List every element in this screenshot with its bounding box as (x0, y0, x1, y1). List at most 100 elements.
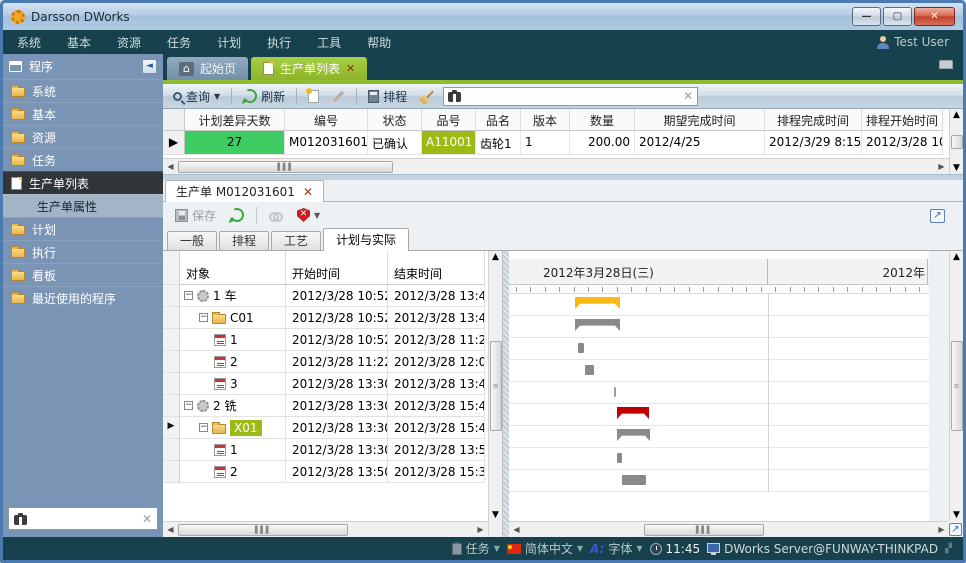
tab-0[interactable]: ⌂起始页 (167, 57, 248, 80)
scroll-right-icon[interactable]: ▶ (934, 525, 949, 534)
tree-column-header-2[interactable]: 结束时间 (388, 251, 485, 285)
grid-column-header-4[interactable]: 品名 (476, 109, 521, 131)
grid-cell-9[interactable]: 2012/3/28 10:52 (862, 131, 943, 155)
tree-column-header-0[interactable]: 对象 (180, 251, 286, 285)
tree-start-cell[interactable]: 2012/3/28 13:30 (286, 439, 388, 461)
sidebar-item-5[interactable]: 生产单属性 (3, 194, 163, 217)
tree-row-7[interactable]: 12012/3/28 13:302012/3/28 13:50 (163, 439, 488, 461)
row-selector-cell[interactable]: ▶ (163, 131, 185, 155)
tree-end-cell[interactable]: 2012/3/28 15:40 (388, 417, 485, 439)
tree-row-selector[interactable] (163, 395, 180, 417)
tree-start-cell[interactable]: 2012/3/28 10:52 (286, 307, 388, 329)
tree-end-cell[interactable]: 2012/3/28 13:40 (388, 307, 485, 329)
tree-row-6[interactable]: ▶−X012012/3/28 13:302012/3/28 15:40 (163, 417, 488, 439)
vscroll-thumb[interactable]: ≡ (490, 341, 502, 431)
grid-cell-5[interactable]: 1 (521, 131, 570, 155)
tree-end-cell[interactable]: 2012/3/28 15:30 (388, 461, 485, 483)
orders-grid-row[interactable]: ▶ 27M012031601已确认A11001齿轮11200.002012/4/… (163, 131, 949, 155)
sidebar-item-9[interactable]: 最近使用的程序 (3, 286, 163, 309)
expand-icon[interactable]: ↗ (949, 523, 962, 536)
sidebar-collapse-button[interactable]: ◄ (142, 59, 157, 74)
scroll-up-icon[interactable]: ▲ (492, 252, 499, 262)
grid-column-header-0[interactable]: 计划差异天数 (185, 109, 285, 131)
grid-cell-4[interactable]: 齿轮1 (476, 131, 521, 155)
flow-button[interactable] (265, 208, 287, 222)
grid-cell-6[interactable]: 200.00 (570, 131, 635, 155)
toolbar-search-clear-icon[interactable]: ✕ (683, 90, 693, 102)
tree-row-selector[interactable]: ▶ (163, 417, 180, 439)
tree-column-header-1[interactable]: 开始时间 (286, 251, 388, 285)
tree-end-cell[interactable]: 2012/3/28 11:22 (388, 329, 485, 351)
tree-end-cell[interactable]: 2012/3/28 15:40 (388, 395, 485, 417)
menu-item-4[interactable]: 计划 (217, 34, 241, 51)
tree-start-cell[interactable]: 2012/3/28 13:50 (286, 461, 388, 483)
menu-item-2[interactable]: 资源 (117, 34, 141, 51)
grid-cell-0[interactable]: 27 (185, 131, 285, 155)
sidebar-item-8[interactable]: 看板 (3, 263, 163, 286)
hscroll-thumb[interactable]: ▌▌▌ (178, 161, 393, 173)
font-dropdown[interactable]: A: 字体 ▼ (590, 540, 642, 557)
scroll-down-icon[interactable]: ▼ (953, 163, 960, 173)
tree-object-cell[interactable]: 3 (180, 373, 286, 395)
tree-object-cell[interactable]: −2 铣 (180, 395, 286, 417)
gantt-bar-2[interactable] (578, 343, 584, 353)
new-button[interactable] (304, 88, 323, 105)
task-dropdown[interactable]: 任务 ▼ (452, 540, 500, 557)
scroll-down-icon[interactable]: ▼ (492, 510, 499, 520)
grid-column-header-7[interactable]: 期望完成时间 (635, 109, 765, 131)
tree-row-selector[interactable] (163, 329, 180, 351)
gantt-row-2[interactable] (509, 338, 929, 360)
subtab-0[interactable]: 一般 (167, 231, 217, 251)
gantt-bar-7[interactable] (617, 453, 622, 463)
open-external-button[interactable]: ↗ (930, 207, 945, 223)
sidebar-search-input[interactable] (32, 512, 137, 526)
sidebar-search-clear-icon[interactable]: ✕ (142, 513, 152, 525)
tree-row-selector[interactable] (163, 307, 180, 329)
tree-object-cell[interactable]: −1 车 (180, 285, 286, 307)
sidebar-item-2[interactable]: 资源 (3, 125, 163, 148)
tree-object-cell[interactable]: −X01 (180, 417, 286, 439)
sidebar-item-7[interactable]: 执行 (3, 240, 163, 263)
menu-item-0[interactable]: 系统 (17, 34, 41, 51)
tree-object-cell[interactable]: 1 (180, 329, 286, 351)
gantt-row-3[interactable] (509, 360, 929, 382)
expander-icon[interactable]: − (199, 423, 208, 432)
grid-column-header-3[interactable]: 品号 (422, 109, 476, 131)
grid-cell-2[interactable]: 已确认 (368, 131, 422, 155)
tree-start-cell[interactable]: 2012/3/28 13:30 (286, 417, 388, 439)
query-button[interactable]: 查询 ▼ (169, 86, 224, 107)
detail-refresh-button[interactable] (226, 206, 248, 224)
detail-tab-close-icon[interactable]: ✕ (303, 185, 313, 199)
scroll-left-icon[interactable]: ◀ (509, 525, 524, 534)
save-button[interactable]: 保存 (171, 205, 220, 226)
grid-column-header-6[interactable]: 数量 (570, 109, 635, 131)
user-indicator[interactable]: Test User (877, 35, 949, 49)
grid-cell-7[interactable]: 2012/4/25 (635, 131, 765, 155)
menu-item-1[interactable]: 基本 (67, 34, 91, 51)
gantt-bar-4[interactable] (614, 387, 616, 397)
schedule-button[interactable]: 排程 (364, 86, 411, 107)
grid-cell-1[interactable]: M012031601 (285, 131, 368, 155)
sidebar-item-4[interactable]: 生产单列表 (3, 171, 163, 194)
sidebar-item-1[interactable]: 基本 (3, 102, 163, 125)
grid-column-header-9[interactable]: 排程开始时间 (862, 109, 943, 131)
grid-cell-8[interactable]: 2012/3/29 8:15 (765, 131, 862, 155)
tree-row-5[interactable]: −2 铣2012/3/28 13:302012/3/28 15:40 (163, 395, 488, 417)
tree-row-selector[interactable] (163, 285, 180, 307)
scroll-right-icon[interactable]: ▶ (473, 525, 488, 534)
tree-object-cell[interactable]: 2 (180, 461, 286, 483)
vscroll-thumb[interactable] (951, 135, 963, 149)
expander-icon[interactable]: − (184, 291, 193, 300)
tree-end-cell[interactable]: 2012/3/28 13:40 (388, 373, 485, 395)
clean-button[interactable] (416, 88, 438, 105)
menu-item-3[interactable]: 任务 (167, 34, 191, 51)
grid-column-header-8[interactable]: 排程完成时间 (765, 109, 862, 131)
toolbar-search-input[interactable] (466, 89, 678, 103)
close-button[interactable]: ✕ (914, 7, 955, 26)
scroll-down-icon[interactable]: ▼ (953, 510, 960, 520)
tree-row-selector[interactable] (163, 373, 180, 395)
tree-row-4[interactable]: 32012/3/28 13:302012/3/28 13:40 (163, 373, 488, 395)
maximize-button[interactable]: ▢ (883, 7, 912, 26)
menu-item-7[interactable]: 帮助 (367, 34, 391, 51)
tab-close-icon[interactable]: ✕ (346, 62, 355, 75)
